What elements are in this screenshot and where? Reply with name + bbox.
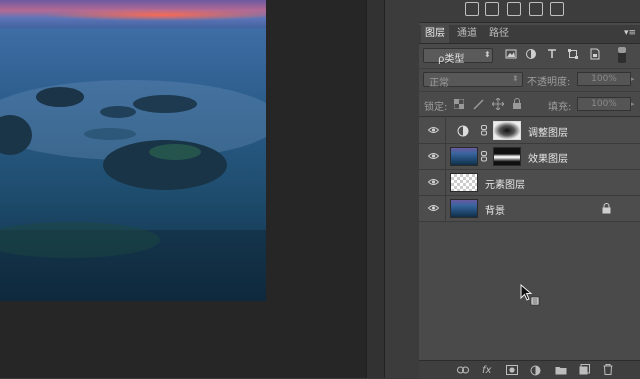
panel-top-icon-bar — [419, 0, 640, 23]
document-canvas-area[interactable] — [0, 0, 366, 378]
chevron-updown-icon: ⬍ — [512, 74, 519, 83]
chevron-updown-icon: ⬍ — [484, 50, 491, 59]
layer-name[interactable]: 元素图层 — [485, 176, 525, 191]
blend-mode-select[interactable]: 正常 ⬍ — [423, 72, 523, 89]
layers-list: 调整图层 效果图层 元素图层 背景 — [419, 118, 640, 360]
eye-icon[interactable] — [428, 126, 439, 134]
layer-image-thumbnail[interactable] — [450, 147, 478, 166]
tab-layers[interactable]: 图层 — [421, 25, 449, 43]
blend-row: 正常 ⬍ 不透明度: 100% ▸ — [419, 68, 640, 92]
layers-panel-footer: fx — [419, 360, 640, 379]
filter-toggle-switch[interactable] — [618, 47, 626, 63]
new-layer-icon[interactable] — [579, 364, 590, 375]
layer-row-effect[interactable]: 效果图层 — [419, 144, 640, 170]
layer-image-thumbnail[interactable] — [450, 199, 478, 218]
opacity-dropdown-icon[interactable]: ▸ — [631, 75, 635, 83]
lock-icon — [602, 203, 611, 214]
mask-icon[interactable] — [506, 365, 518, 375]
lock-row: 锁定: 填充: 100% ▸ — [419, 92, 640, 117]
threshold-icon[interactable] — [507, 2, 521, 16]
panel-tabs: 图层 通道 路径 ▾≡ — [419, 25, 640, 44]
layer-mask-thumbnail[interactable] — [493, 121, 521, 140]
layer-row-background[interactable]: 背景 — [419, 196, 640, 222]
layer-filter-select[interactable]: ρ类型 ⬍ — [423, 48, 493, 65]
opacity-field[interactable]: 100% — [577, 72, 631, 86]
lock-label: 锁定: — [424, 102, 448, 113]
collapsed-panel-dock[interactable] — [384, 0, 420, 378]
smart-object-filter-icon[interactable] — [589, 48, 601, 60]
panel-separator[interactable] — [366, 0, 385, 378]
type-filter-icon[interactable] — [546, 48, 558, 60]
link-icon[interactable] — [457, 366, 469, 374]
adjustment-icon[interactable] — [530, 365, 541, 376]
blend-mode-value: 正常 — [429, 78, 449, 89]
fx-icon[interactable]: fx — [482, 365, 491, 376]
layer-name[interactable]: 背景 — [485, 202, 505, 217]
adjustment-layer-icon — [457, 125, 469, 137]
selective-color-icon[interactable] — [485, 2, 499, 16]
tab-paths[interactable]: 路径 — [485, 25, 513, 43]
folder-icon[interactable] — [555, 365, 567, 375]
gradient-map-icon[interactable] — [465, 2, 479, 16]
lock-image-icon[interactable] — [473, 98, 485, 110]
document-image[interactable] — [0, 0, 266, 301]
layers-panel: 图层 通道 路径 ▾≡ ρ类型 ⬍ 正常 ⬍ 不透明度: 100% ▸ 锁定: — [419, 0, 640, 379]
fill-dropdown-icon[interactable]: ▸ — [631, 100, 635, 108]
adjustment-filter-icon[interactable] — [525, 48, 537, 60]
lock-position-icon[interactable] — [492, 98, 504, 110]
layer-name[interactable]: 调整图层 — [528, 124, 568, 139]
posterize-icon[interactable] — [529, 2, 543, 16]
layer-transparent-thumbnail[interactable] — [450, 173, 478, 192]
eye-icon[interactable] — [428, 204, 439, 212]
lock-all-icon[interactable] — [512, 98, 522, 110]
eye-icon[interactable] — [428, 152, 439, 160]
layer-name[interactable]: 效果图层 — [528, 150, 568, 165]
layer-row-element[interactable]: 元素图层 — [419, 170, 640, 196]
mask-link-icon[interactable] — [481, 151, 487, 162]
invert-icon[interactable] — [550, 2, 564, 16]
layer-filter-row: ρ类型 ⬍ — [419, 44, 640, 69]
mask-link-icon[interactable] — [481, 125, 487, 136]
lock-transparent-icon[interactable] — [454, 99, 464, 109]
panel-menu-icon[interactable]: ▾≡ — [624, 28, 636, 38]
layer-mask-thumbnail[interactable] — [493, 147, 521, 166]
tab-channels[interactable]: 通道 — [453, 25, 481, 43]
eye-icon[interactable] — [428, 178, 439, 186]
fill-field[interactable]: 100% — [577, 97, 631, 111]
shape-filter-icon[interactable] — [567, 48, 579, 60]
layer-filter-label: ρ类型 — [438, 54, 465, 65]
image-filter-icon[interactable] — [505, 48, 517, 60]
trash-icon[interactable] — [603, 364, 613, 375]
fill-label: 填充: — [548, 102, 572, 113]
layer-row-adjustment[interactable]: 调整图层 — [419, 118, 640, 144]
opacity-label: 不透明度: — [527, 77, 571, 88]
mouse-cursor-icon — [520, 284, 540, 306]
